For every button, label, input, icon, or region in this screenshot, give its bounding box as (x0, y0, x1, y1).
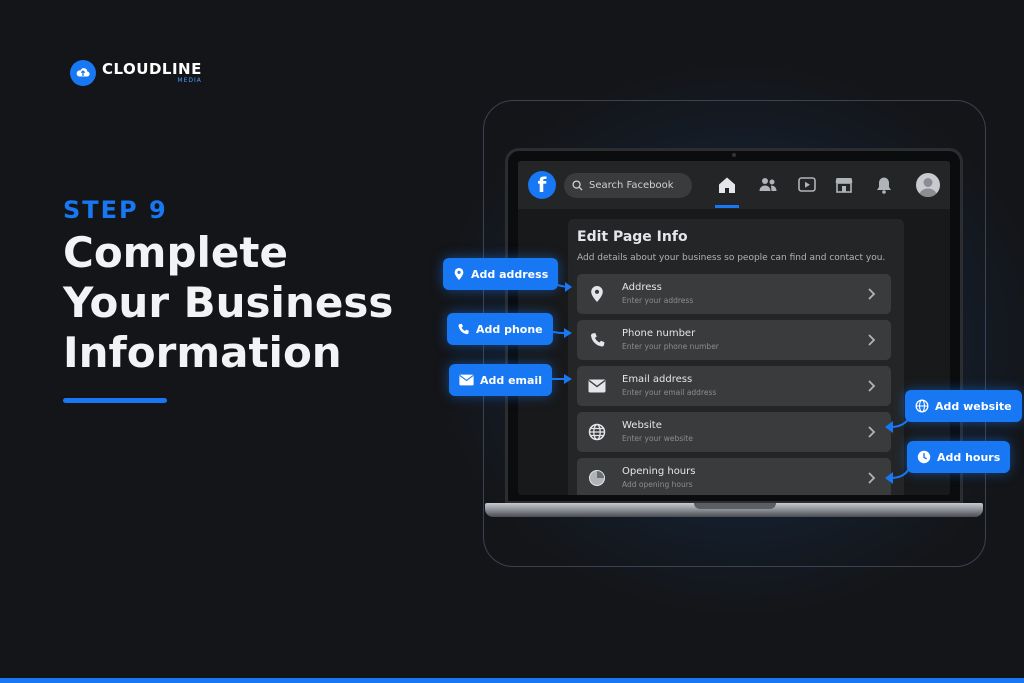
chevron-right-icon (868, 472, 876, 484)
camera-dot (732, 153, 736, 157)
avatar[interactable] (916, 173, 940, 197)
row-label: Phone number (622, 328, 696, 339)
panel-description: Add details about your business so peopl… (577, 253, 886, 263)
envelope-icon (459, 374, 474, 386)
add-phone-callout: Add phone (447, 313, 553, 345)
search-placeholder: Search Facebook (589, 180, 674, 191)
row-address[interactable]: Address Enter your address (577, 274, 891, 314)
home-active-indicator (715, 205, 739, 208)
clock-icon (917, 450, 931, 464)
globe-icon (915, 399, 929, 413)
callout-label: Add address (471, 267, 549, 281)
envelope-icon (587, 376, 607, 396)
marketplace-icon[interactable] (832, 173, 856, 197)
row-placeholder: Enter your address (622, 296, 694, 305)
callout-label: Add hours (937, 450, 1001, 464)
row-email[interactable]: Email address Enter your email address (577, 366, 891, 406)
location-pin-icon (454, 268, 464, 280)
row-placeholder: Enter your email address (622, 388, 717, 397)
headline-line-2: Your Business (63, 278, 394, 327)
arrow-left-icon (885, 466, 911, 484)
row-label: Website (622, 420, 662, 431)
facebook-navbar: f Search Facebook (518, 161, 950, 209)
chevron-right-icon (868, 380, 876, 392)
bell-icon[interactable] (872, 173, 896, 197)
clock-icon (587, 468, 607, 488)
headline-underline (63, 398, 167, 403)
row-label: Opening hours (622, 466, 696, 477)
edit-page-info-panel: Edit Page Info Add details about your bu… (568, 219, 904, 495)
chevron-right-icon (868, 426, 876, 438)
phone-icon (458, 323, 469, 334)
arrow-right-icon (545, 328, 572, 338)
brand-logo: CLOUDLINE MEDIA (70, 60, 202, 86)
headline: Complete Your Business Information (63, 228, 443, 378)
friends-icon[interactable] (756, 173, 780, 197)
watch-icon[interactable] (795, 173, 819, 197)
arrow-right-icon (545, 374, 572, 384)
laptop-screen: f Search Facebook Edit Page Info Add det… (518, 161, 950, 495)
row-placeholder: Enter your website (622, 434, 693, 443)
row-website[interactable]: Website Enter your website (577, 412, 891, 452)
globe-icon (587, 422, 607, 442)
brand-name: CLOUDLINE (102, 60, 202, 78)
headline-line-3: Information (63, 328, 342, 377)
arrow-left-icon (885, 415, 911, 433)
panel-title: Edit Page Info (577, 229, 688, 245)
row-label: Address (622, 282, 662, 293)
row-placeholder: Enter your phone number (622, 342, 719, 351)
laptop-base-notch (694, 503, 776, 509)
add-hours-callout: Add hours (907, 441, 1011, 473)
add-email-callout: Add email (449, 364, 552, 396)
row-phone[interactable]: Phone number Enter your phone number (577, 320, 891, 360)
phone-icon (587, 330, 607, 350)
row-placeholder: Add opening hours (622, 480, 693, 489)
location-pin-icon (587, 284, 607, 304)
row-label: Email address (622, 374, 693, 385)
home-icon[interactable] (715, 173, 739, 197)
callout-label: Add email (480, 373, 542, 387)
bottom-accent-bar (0, 678, 1024, 683)
add-address-callout: Add address (443, 258, 559, 290)
chevron-right-icon (868, 288, 876, 300)
callout-label: Add website (935, 399, 1012, 413)
add-website-callout: Add website (905, 390, 1022, 422)
cloud-logo-icon (70, 60, 96, 86)
arrow-right-icon (549, 279, 572, 292)
callout-label: Add phone (476, 322, 543, 336)
chevron-right-icon (868, 334, 876, 346)
search-icon (572, 180, 583, 191)
row-opening-hours[interactable]: Opening hours Add opening hours (577, 458, 891, 495)
brand-subtitle: MEDIA (177, 77, 202, 84)
step-label: STEP 9 (63, 196, 168, 224)
facebook-logo-icon[interactable]: f (528, 171, 556, 199)
headline-line-1: Complete (63, 228, 288, 277)
search-input[interactable]: Search Facebook (564, 173, 692, 198)
